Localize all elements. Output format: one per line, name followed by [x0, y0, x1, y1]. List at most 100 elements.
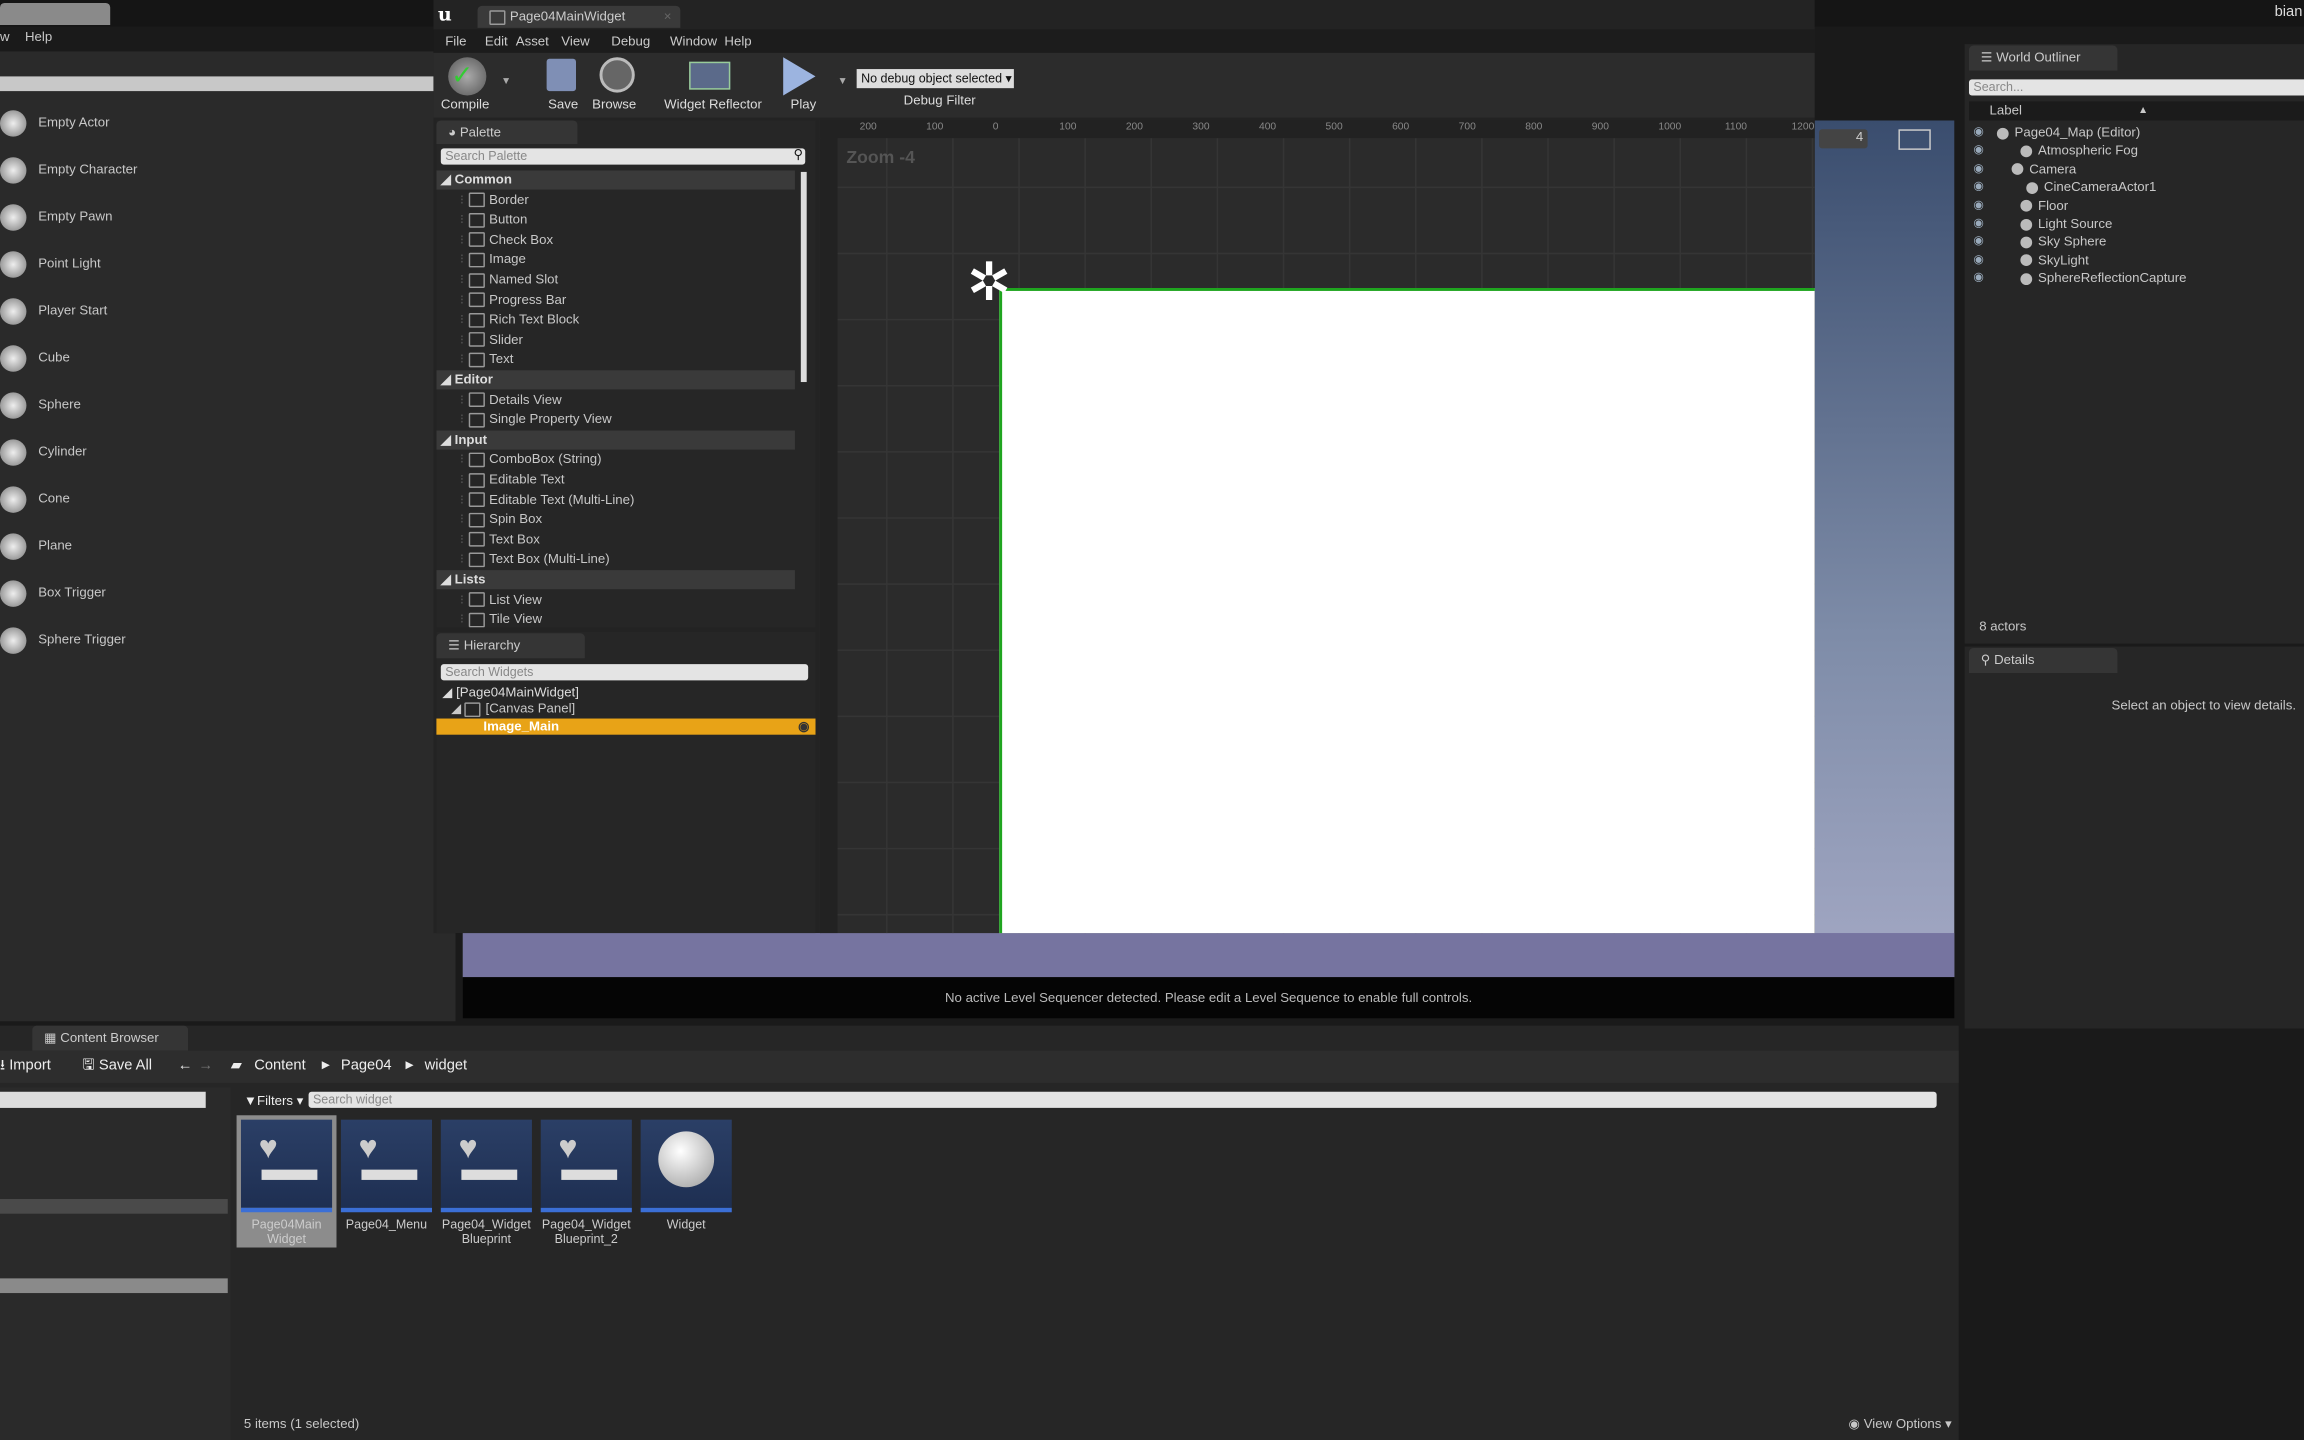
visibility-eye-icon[interactable]: ◉: [1973, 123, 1983, 141]
outliner-header[interactable]: Label ▲: [1968, 101, 2304, 121]
palette-scrollbar[interactable]: [800, 171, 807, 383]
outliner-item[interactable]: ◉ Atmospheric Fog: [1965, 142, 2304, 160]
hierarchy-item-canvas-panel[interactable]: ◢ [Canvas Panel]: [436, 701, 815, 717]
designer-canvas[interactable]: 200 100 0 100 200 300 400 500 600 700 800 900 1000 11…: [819, 120, 1815, 934]
breadcrumb-widget[interactable]: widget: [425, 1051, 467, 1083]
palette-item[interactable]: ⁝ Progress Bar: [436, 290, 795, 309]
place-actor-item[interactable]: Sphere Trigger: [0, 624, 441, 654]
menu-help[interactable]: Help: [25, 29, 52, 44]
palette-item[interactable]: ⁝ Text Box (Multi-Line): [436, 550, 795, 569]
place-actor-item[interactable]: Empty Pawn: [0, 201, 441, 231]
menu-window[interactable]: w: [0, 29, 10, 44]
palette-item[interactable]: ⁝ Text Box: [436, 530, 795, 549]
place-actor-item[interactable]: Sphere: [0, 389, 441, 419]
visibility-eye-icon[interactable]: ◉: [1973, 269, 1983, 287]
sources-search-input[interactable]: [0, 1091, 206, 1108]
place-actors-search[interactable]: [0, 76, 434, 92]
visibility-eye-icon[interactable]: ◉: [1973, 196, 1983, 214]
tab-hierarchy[interactable]: ☰ Hierarchy: [436, 633, 585, 659]
sources-row[interactable]: [0, 1278, 228, 1294]
play-options-chevron-icon[interactable]: ▼: [838, 76, 848, 86]
back-arrow-icon[interactable]: ←: [178, 1051, 193, 1083]
palette-item[interactable]: ⁝ Check Box: [436, 230, 795, 249]
place-actor-item[interactable]: Empty Character: [0, 154, 441, 184]
palette-item[interactable]: ⁝ List View: [436, 590, 795, 609]
close-icon[interactable]: ×: [664, 6, 672, 28]
palette-item[interactable]: ⁝ Text: [436, 350, 795, 369]
browse-button[interactable]: Browse: [592, 97, 636, 112]
outliner-item[interactable]: ◉ Light Source: [1965, 215, 2304, 233]
camera-speed-button[interactable]: 4: [1819, 129, 1868, 149]
palette-item[interactable]: ⁝ Tile View: [436, 610, 795, 628]
save-icon[interactable]: [546, 58, 577, 92]
sources-row[interactable]: [0, 1199, 228, 1214]
place-actor-item[interactable]: Cone: [0, 483, 441, 513]
place-actor-item[interactable]: Plane: [0, 530, 441, 560]
tab-details[interactable]: ⚲ Details: [1968, 648, 2118, 673]
palette-section-input[interactable]: ◢ Input: [436, 430, 795, 450]
visibility-eye-icon[interactable]: ◉: [1973, 251, 1983, 269]
palette-section-editor[interactable]: ◢ Editor: [436, 370, 795, 390]
place-actor-item[interactable]: Point Light: [0, 248, 441, 278]
place-actor-item[interactable]: Cube: [0, 342, 441, 372]
outliner-item[interactable]: ◉ CineCameraActor1: [1965, 178, 2304, 196]
palette-search-input[interactable]: Search Palette: [440, 148, 806, 165]
palette-item[interactable]: ⁝ Slider: [436, 330, 795, 349]
place-actor-item[interactable]: Cylinder: [0, 436, 441, 466]
palette-section-lists[interactable]: ◢ Lists: [436, 570, 795, 590]
menu-file[interactable]: File: [445, 34, 466, 49]
outliner-item[interactable]: ◉ SkyLight: [1965, 251, 2304, 269]
tab-world-outliner[interactable]: ☰ World Outliner: [1968, 45, 2118, 71]
play-icon[interactable]: [783, 57, 816, 96]
place-actor-item[interactable]: Player Start: [0, 295, 441, 325]
outliner-search-input[interactable]: Search...: [1968, 79, 2304, 96]
widget-reflector-icon[interactable]: [689, 61, 731, 90]
palette-item[interactable]: ⁝ Details View: [436, 390, 795, 409]
widget-preview[interactable]: [999, 288, 1815, 934]
hierarchy-search-input[interactable]: Search Widgets: [440, 664, 809, 681]
visibility-eye-icon[interactable]: ◉: [1973, 233, 1983, 251]
outliner-item[interactable]: ◉ Camera: [1965, 160, 2304, 178]
palette-item[interactable]: ⁝ Spin Box: [436, 510, 795, 529]
main-level-tab[interactable]: [0, 2, 111, 25]
forward-arrow-icon[interactable]: →: [198, 1051, 213, 1083]
menu-asset[interactable]: Asset: [516, 34, 549, 49]
menu-view[interactable]: View: [561, 34, 589, 49]
asset-thumbnail[interactable]: [640, 1119, 732, 1213]
hierarchy-item-root[interactable]: ◢ [Page04MainWidget]: [436, 685, 815, 701]
outliner-item[interactable]: ◉ Page04_Map (Editor): [1965, 123, 2304, 141]
asset-thumbnail[interactable]: ♥: [240, 1119, 333, 1213]
palette-item[interactable]: ⁝ Image: [436, 250, 795, 269]
hierarchy-item-image-main[interactable]: Image_Main ◉: [436, 718, 816, 735]
outliner-item[interactable]: ◉ Sky Sphere: [1965, 233, 2304, 251]
palette-item[interactable]: ⁝ Editable Text: [436, 470, 795, 489]
outliner-item[interactable]: ◉ SphereReflectionCapture: [1965, 269, 2304, 287]
asset-thumbnail[interactable]: ♥: [340, 1119, 433, 1213]
asset-thumbnail[interactable]: ♥: [440, 1119, 532, 1213]
asset-search-input[interactable]: Search widget: [308, 1091, 1937, 1108]
tab-palette[interactable]: ◕ Palette: [436, 120, 578, 145]
palette-item[interactable]: ⁝ Editable Text (Multi-Line): [436, 490, 795, 509]
menu-help[interactable]: Help: [724, 34, 751, 49]
palette-item[interactable]: ⁝ Single Property View: [436, 410, 795, 429]
palette-section-common[interactable]: ◢ Common: [436, 170, 795, 190]
visibility-eye-icon[interactable]: ◉: [1973, 215, 1983, 233]
tab-page04mainwidget[interactable]: Page04MainWidget ×: [477, 5, 681, 28]
widget-reflector-button[interactable]: Widget Reflector: [664, 97, 762, 112]
compile-icon[interactable]: ✓: [448, 57, 487, 96]
place-actor-item[interactable]: Empty Actor: [0, 107, 441, 137]
menu-edit[interactable]: Edit: [485, 34, 508, 49]
play-button[interactable]: Play: [791, 97, 817, 112]
visibility-eye-icon[interactable]: ◉: [1973, 160, 1983, 178]
view-options-button[interactable]: ◉ View Options ▾: [1848, 1416, 1951, 1432]
viewport-layout-icon[interactable]: [1898, 129, 1931, 150]
palette-item[interactable]: ⁝ Rich Text Block: [436, 310, 795, 329]
place-actor-item[interactable]: Box Trigger: [0, 577, 441, 607]
visibility-eye-icon[interactable]: ◉: [1973, 142, 1983, 160]
browse-icon[interactable]: [599, 57, 635, 93]
outliner-item[interactable]: ◉ Floor: [1965, 196, 2304, 214]
palette-item[interactable]: ⁝ Button: [436, 210, 795, 229]
palette-item[interactable]: ⁝ Border: [436, 190, 795, 209]
import-button[interactable]: ⭳ Import: [0, 1051, 51, 1083]
palette-item[interactable]: ⁝ Named Slot: [436, 270, 795, 289]
